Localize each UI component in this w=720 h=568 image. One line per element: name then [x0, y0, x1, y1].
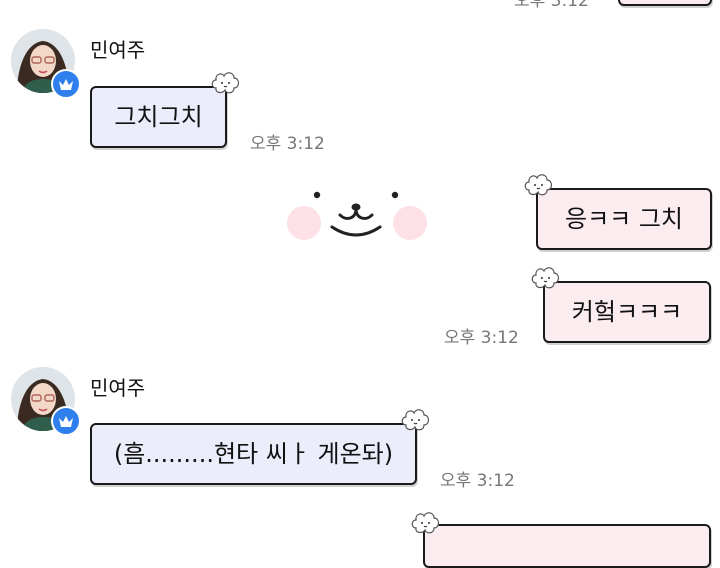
eye-left [313, 191, 321, 199]
crown-icon [59, 78, 73, 90]
sent-bubble-partial-top[interactable] [618, 0, 712, 6]
sent-message-bubble[interactable]: 응ㅋㅋ 그치 [536, 188, 712, 250]
blush-right [393, 206, 427, 240]
time-stamp: 오후 3:12 [440, 471, 515, 491]
message-text: 그치그치 [114, 103, 203, 131]
crown-badge [51, 69, 81, 99]
eye-right [391, 191, 399, 199]
chin-line [330, 225, 382, 237]
message-text: 커헠ㅋㅋㅋ [571, 298, 683, 326]
flower-sticker-icon [401, 409, 430, 431]
crown-badge [51, 406, 81, 436]
sender-name: 민여주 [90, 38, 146, 62]
mouth [338, 207, 374, 220]
flower-sticker-icon [411, 512, 440, 534]
crown-icon [59, 415, 73, 427]
received-message-bubble[interactable]: (흠.........현타 씨ㅏ 게온돠) [90, 423, 417, 485]
message-text: 응ㅋㅋ 그치 [564, 205, 684, 233]
blush-left [287, 206, 321, 240]
sent-message-bubble[interactable]: 커헠ㅋㅋㅋ [543, 281, 711, 343]
message-text: (흠.........현타 씨ㅏ 게온돠) [113, 440, 394, 468]
flower-sticker-icon [531, 267, 560, 289]
sender-name: 민여주 [90, 376, 146, 400]
cute-face-sticker[interactable] [282, 185, 432, 247]
time-stamp-top: 오후 3:12 [514, 0, 589, 11]
sent-bubble-partial-bottom[interactable] [423, 524, 711, 568]
time-stamp: 오후 3:12 [250, 134, 325, 154]
flower-sticker-icon [211, 72, 240, 94]
flower-sticker-icon [524, 174, 553, 196]
time-stamp: 오후 3:12 [444, 328, 519, 348]
received-message-bubble[interactable]: 그치그치 [90, 86, 227, 148]
